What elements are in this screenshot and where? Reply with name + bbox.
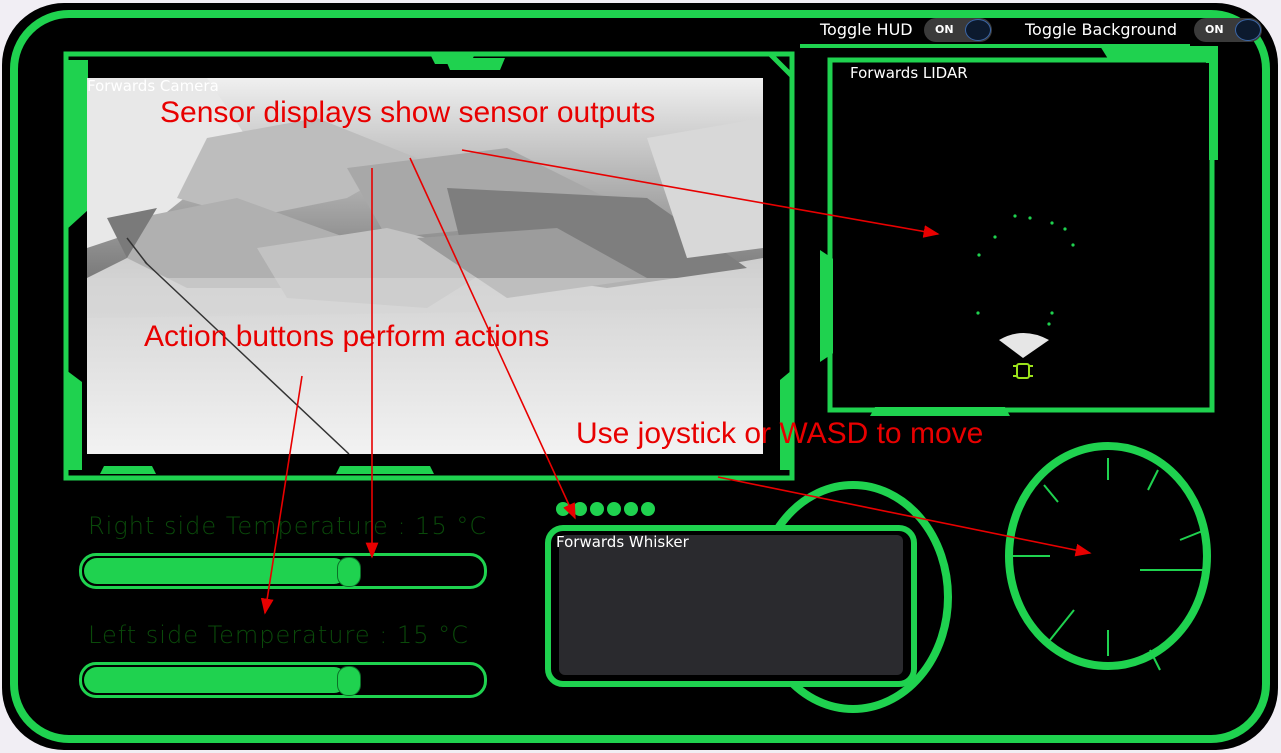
whisker-display bbox=[559, 535, 903, 675]
left-temperature-fill bbox=[84, 667, 347, 693]
annotation-move: Use joystick or WASD to move bbox=[576, 417, 984, 450]
toggle-hud-state: ON bbox=[935, 23, 954, 36]
right-temperature-fill bbox=[84, 558, 347, 584]
left-temperature-knob bbox=[337, 666, 361, 696]
forwards-camera-view bbox=[87, 78, 763, 454]
camera-title: Forwards Camera bbox=[87, 77, 219, 95]
right-temperature-label: Right side Temperature : 15 °C bbox=[88, 512, 488, 540]
right-temperature-knob bbox=[337, 557, 361, 587]
annotation-sensor: Sensor displays show sensor outputs bbox=[160, 96, 656, 129]
right-temperature-bar bbox=[79, 553, 487, 589]
left-temperature-bar bbox=[79, 662, 487, 698]
toggle-hud-switch[interactable]: ON bbox=[924, 18, 992, 42]
toggle-background-switch[interactable]: ON bbox=[1194, 18, 1262, 42]
toggle-background-state: ON bbox=[1205, 23, 1224, 36]
whisker-indicator-dot bbox=[607, 502, 621, 516]
toggle-background-label: Toggle Background bbox=[1025, 20, 1177, 39]
whisker-title: Forwards Whisker bbox=[556, 533, 689, 551]
whisker-indicator-dot bbox=[624, 502, 638, 516]
whisker-indicator-dot bbox=[573, 502, 587, 516]
left-temperature-label: Left side Temperature : 15 °C bbox=[88, 621, 469, 649]
whisker-indicator-dot bbox=[641, 502, 655, 516]
camera-image bbox=[87, 78, 763, 454]
toggle-hud-knob bbox=[965, 19, 991, 41]
lidar-plot bbox=[976, 214, 1075, 379]
joystick-dial-icon[interactable] bbox=[1005, 442, 1211, 671]
toggle-background-knob bbox=[1235, 19, 1261, 41]
robot-icon bbox=[1013, 363, 1033, 379]
toggle-hud-label: Toggle HUD bbox=[820, 20, 913, 39]
whisker-indicator-dot bbox=[590, 502, 604, 516]
whisker-indicator-dot bbox=[556, 502, 570, 516]
annotation-action: Action buttons perform actions bbox=[144, 320, 550, 353]
